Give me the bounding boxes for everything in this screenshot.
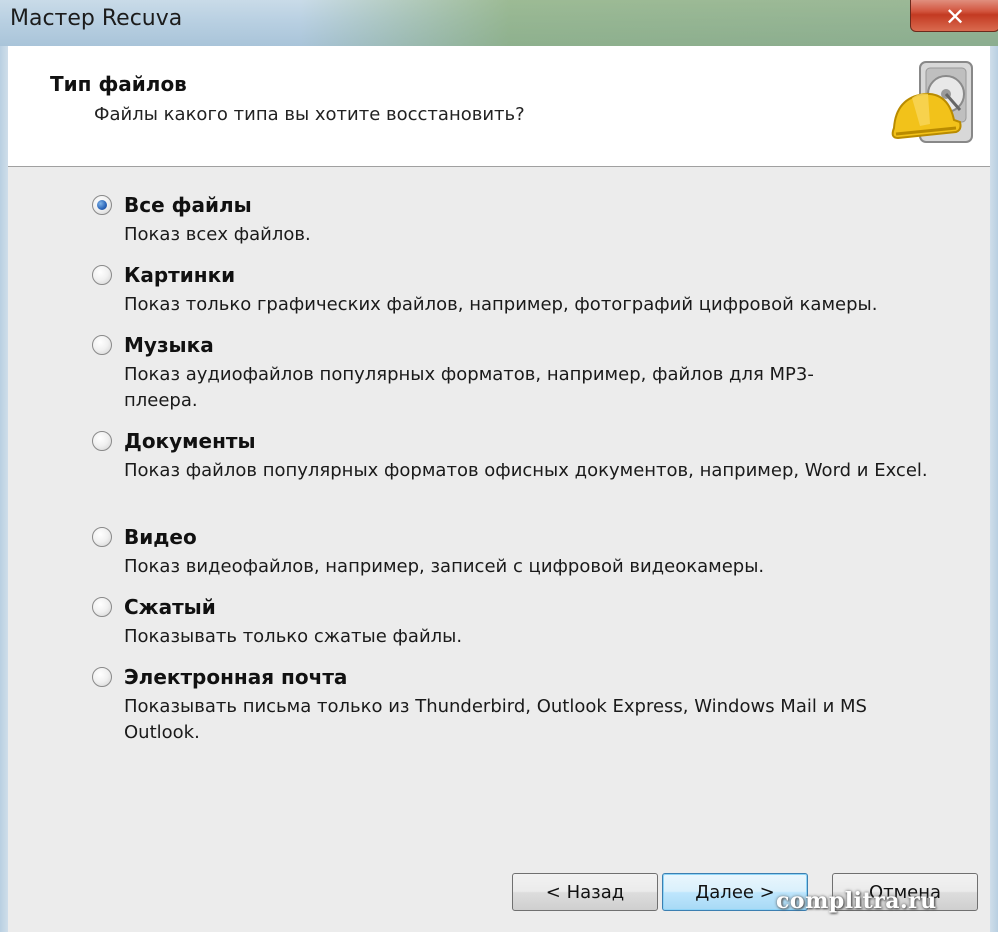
window-frame-right <box>990 46 998 932</box>
option-description: Показ файлов популярных форматов офисных… <box>124 460 928 481</box>
hard-drive-hardhat-icon <box>891 61 973 143</box>
option-description: Показ видеофайлов, например, записей с ц… <box>124 556 765 577</box>
watermark: complitra.ru <box>776 888 937 914</box>
page-subtitle: Файлы какого типа вы хотите восстановить… <box>94 104 525 125</box>
title-bar[interactable]: Мастер Recuva <box>0 0 998 46</box>
close-button[interactable]: ✕ <box>910 0 998 32</box>
option-label: Сжатый <box>124 595 216 619</box>
radio-button[interactable] <box>92 431 112 451</box>
radio-button[interactable] <box>92 527 112 547</box>
option-label: Музыка <box>124 333 214 357</box>
option-label: Видео <box>124 525 197 549</box>
radio-button-selected[interactable] <box>92 195 112 215</box>
option-label: Электронная почта <box>124 665 348 689</box>
option-label: Все файлы <box>124 193 252 217</box>
option-description: Показ только графических файлов, наприме… <box>124 294 878 315</box>
wizard-header: Тип файлов Файлы какого типа вы хотите в… <box>8 46 990 167</box>
page-title: Тип файлов <box>50 72 187 96</box>
options-panel: Все файлы Показ всех файлов. Картинки По… <box>8 167 990 932</box>
back-button[interactable]: < Назад <box>512 873 658 911</box>
option-description: Показывать письма только из Thunderbird,… <box>124 696 867 743</box>
radio-button[interactable] <box>92 335 112 355</box>
title-bar-background <box>300 0 998 46</box>
option-label: Картинки <box>124 263 236 287</box>
option-label: Документы <box>124 429 256 453</box>
close-icon: ✕ <box>944 3 966 31</box>
option-description: Показ аудиофайлов популярных форматов, н… <box>124 364 814 411</box>
window-frame-left <box>0 46 8 932</box>
radio-button[interactable] <box>92 597 112 617</box>
radio-button[interactable] <box>92 265 112 285</box>
option-description: Показывать только сжатые файлы. <box>124 626 463 647</box>
option-description: Показ всех файлов. <box>124 224 311 245</box>
window-title: Мастер Recuva <box>10 6 183 31</box>
radio-button[interactable] <box>92 667 112 687</box>
